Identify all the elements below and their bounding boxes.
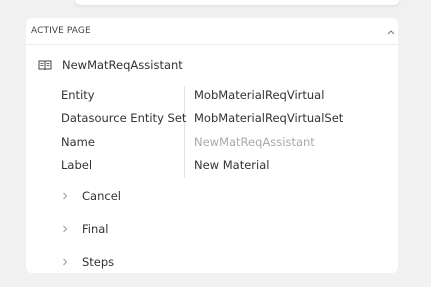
page-name: NewMatReqAssistant — [62, 58, 183, 72]
tree-item-cancel[interactable]: Cancel — [62, 188, 121, 204]
property-divider — [184, 86, 185, 178]
tree-item-final[interactable]: Final — [62, 221, 109, 237]
active-page-panel: ACTIVE PAGE NewMatReqAssistant Entity Mo… — [26, 18, 398, 273]
chevron-up-icon[interactable] — [387, 29, 395, 35]
top-strip — [75, 0, 399, 5]
tree-item-steps[interactable]: Steps — [62, 254, 114, 270]
panel-header[interactable]: ACTIVE PAGE — [26, 18, 398, 45]
chevron-right-icon — [63, 192, 68, 200]
property-value-label: New Material — [194, 158, 270, 172]
property-key-name: Name — [61, 135, 95, 149]
tree-item-label: Cancel — [82, 189, 121, 203]
property-key-entity: Entity — [61, 88, 95, 102]
property-value-datasource: MobMaterialReqVirtualSet — [194, 111, 344, 125]
tree-item-label: Steps — [82, 255, 115, 269]
panel-title: ACTIVE PAGE — [31, 26, 91, 36]
property-value-entity: MobMaterialReqVirtual — [194, 88, 325, 102]
property-key-datasource: Datasource Entity Set — [61, 111, 187, 125]
chevron-right-icon — [63, 225, 68, 233]
property-value-name: NewMatReqAssistant — [194, 135, 315, 149]
tree-item-label: Final — [82, 222, 109, 236]
chevron-right-icon — [63, 258, 68, 266]
book-open-icon — [38, 60, 52, 71]
property-key-label: Label — [61, 158, 93, 172]
active-page-row[interactable]: NewMatReqAssistant — [38, 57, 183, 73]
